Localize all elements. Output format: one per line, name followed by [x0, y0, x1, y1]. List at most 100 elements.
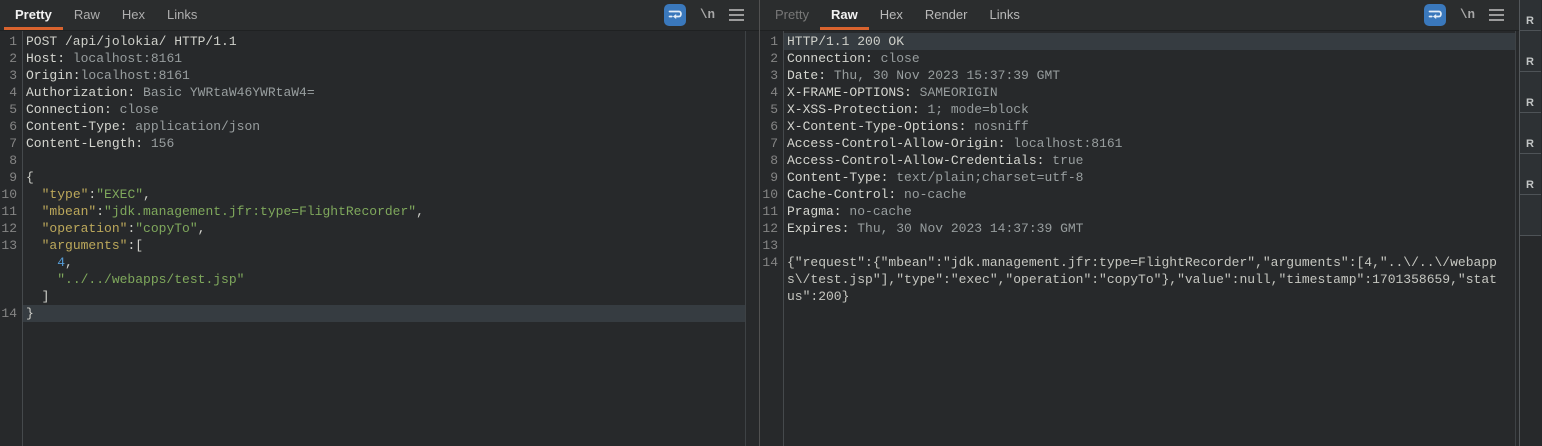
inspector-strip-filler	[1520, 236, 1541, 446]
code-text-segment: Connection:	[787, 51, 873, 66]
response-tab-raw[interactable]: Raw	[820, 0, 869, 30]
response-editor-area: 1HTTP/1.1 200 OK2Connection: close3Date:…	[760, 31, 1519, 446]
inspector-section-4[interactable]: R	[1520, 113, 1541, 154]
line-text: "type":"EXEC",	[22, 186, 745, 203]
code-line: 9{	[0, 169, 745, 186]
code-text-segment: no-cache	[849, 204, 911, 219]
response-editor[interactable]: 1HTTP/1.1 200 OK2Connection: close3Date:…	[760, 31, 1516, 446]
code-line: 4,	[0, 254, 745, 271]
line-number: 14	[760, 254, 783, 271]
line-text: Authorization: Basic YWRtaW46YWRtaW4=	[22, 84, 745, 101]
code-text-segment: Connection:	[26, 102, 112, 117]
line-number: 4	[760, 84, 783, 101]
line-text: {	[22, 169, 745, 186]
line-number: 1	[760, 33, 783, 50]
code-text-segment: X-FRAME-OPTIONS:	[787, 85, 912, 100]
code-text-segment	[26, 187, 42, 202]
line-text: Origin:localhost:8161	[22, 67, 745, 84]
line-text: HTTP/1.1 200 OK	[783, 33, 1515, 50]
hamburger-menu-icon[interactable]	[729, 9, 744, 21]
line-text: "mbean":"jdk.management.jfr:type=FlightR…	[22, 203, 745, 220]
response-tabbar: PrettyRawHexRenderLinks \n	[760, 0, 1519, 31]
code-line: 13	[760, 237, 1515, 254]
code-text-segment: text/plain;charset=utf-8	[896, 170, 1083, 185]
line-number: 7	[0, 135, 22, 152]
line-number: 5	[760, 101, 783, 118]
inspector-section-6[interactable]	[1520, 195, 1541, 236]
code-text-segment	[896, 187, 904, 202]
code-text-segment: ,	[143, 187, 151, 202]
inspector-section-1[interactable]: R	[1520, 0, 1541, 31]
newline-glyphs-icon[interactable]: \n	[1460, 8, 1475, 22]
line-text: X-Content-Type-Options: nosniff	[783, 118, 1515, 135]
code-text-segment: no-cache	[904, 187, 966, 202]
line-number: 7	[760, 135, 783, 152]
code-line: 8Access-Control-Allow-Credentials: true	[760, 152, 1515, 169]
line-text: Host: localhost:8161	[22, 50, 745, 67]
code-text-segment: "../../webapps/test.jsp"	[57, 272, 244, 287]
request-editor[interactable]: 1POST /api/jolokia/ HTTP/1.12Host: local…	[0, 31, 746, 446]
line-text: Content-Length: 156	[22, 135, 745, 152]
code-text-segment: :	[96, 204, 104, 219]
code-text-segment: }	[26, 306, 34, 321]
code-line: 7Content-Length: 156	[0, 135, 745, 152]
code-line: 2Host: localhost:8161	[0, 50, 745, 67]
line-number: 1	[0, 33, 22, 50]
code-line: 9Content-Type: text/plain;charset=utf-8	[760, 169, 1515, 186]
inspector-section-3[interactable]: R	[1520, 72, 1541, 113]
code-text-segment: "copyTo"	[135, 221, 197, 236]
line-number: 13	[0, 237, 22, 254]
response-tab-render[interactable]: Render	[914, 0, 979, 30]
line-number: 12	[760, 220, 783, 237]
line-number: 3	[0, 67, 22, 84]
response-tab-links[interactable]: Links	[978, 0, 1030, 30]
code-text-segment: [	[135, 238, 143, 253]
code-text-segment: Content-Type:	[26, 119, 127, 134]
line-number: 5	[0, 101, 22, 118]
code-text-segment: Thu, 30 Nov 2023 15:37:39 GMT	[834, 68, 1060, 83]
line-text: Connection: close	[22, 101, 745, 118]
code-line: 14{"request":{"mbean":"jdk.management.jf…	[760, 254, 1515, 305]
line-text: X-XSS-Protection: 1; mode=block	[783, 101, 1515, 118]
code-line: 13 "arguments":[	[0, 237, 745, 254]
inspector-section-2[interactable]: R	[1520, 31, 1541, 72]
line-text	[783, 237, 1515, 254]
code-line: 2Connection: close	[760, 50, 1515, 67]
request-tab-hex[interactable]: Hex	[111, 0, 156, 30]
code-line: 14}	[0, 305, 745, 322]
line-text: X-FRAME-OPTIONS: SAMEORIGIN	[783, 84, 1515, 101]
inspector-section-label: R	[1526, 138, 1534, 150]
inspector-section-5[interactable]: R	[1520, 154, 1541, 195]
inspector-section-label: R	[1526, 97, 1534, 109]
line-text: 4,	[22, 254, 745, 271]
word-wrap-icon[interactable]	[1424, 4, 1446, 26]
code-text-segment: application/json	[135, 119, 260, 134]
request-editor-icons: \n	[664, 0, 759, 30]
request-tab-raw[interactable]: Raw	[63, 0, 111, 30]
line-text: Content-Type: text/plain;charset=utf-8	[783, 169, 1515, 186]
inspector-section-label: R	[1526, 56, 1534, 68]
code-text-segment	[26, 238, 42, 253]
line-number: 6	[0, 118, 22, 135]
code-line: 1HTTP/1.1 200 OK	[760, 33, 1515, 50]
line-text: Date: Thu, 30 Nov 2023 15:37:39 GMT	[783, 67, 1515, 84]
request-tab-pretty[interactable]: Pretty	[4, 0, 63, 30]
code-text-segment	[135, 85, 143, 100]
response-tab-pretty[interactable]: Pretty	[764, 0, 820, 30]
line-text: }	[22, 305, 745, 322]
code-text-segment: "type"	[42, 187, 89, 202]
code-text-segment: localhost:8161	[73, 51, 182, 66]
request-tab-links[interactable]: Links	[156, 0, 208, 30]
line-number: 11	[760, 203, 783, 220]
code-text-segment: {"request":{"mbean":"jdk.management.jfr:…	[787, 254, 1501, 305]
newline-glyphs-icon[interactable]: \n	[700, 8, 715, 22]
request-tabs: PrettyRawHexLinks	[4, 0, 208, 30]
response-panel: PrettyRawHexRenderLinks \n 1HTTP/1.1 200…	[760, 0, 1519, 446]
hamburger-menu-icon[interactable]	[1489, 9, 1504, 21]
line-text	[22, 152, 745, 169]
code-line: 7Access-Control-Allow-Origin: localhost:…	[760, 135, 1515, 152]
code-text-segment: Content-Type:	[787, 170, 888, 185]
word-wrap-icon[interactable]	[664, 4, 686, 26]
response-tab-hex[interactable]: Hex	[869, 0, 914, 30]
line-text: Access-Control-Allow-Origin: localhost:8…	[783, 135, 1515, 152]
